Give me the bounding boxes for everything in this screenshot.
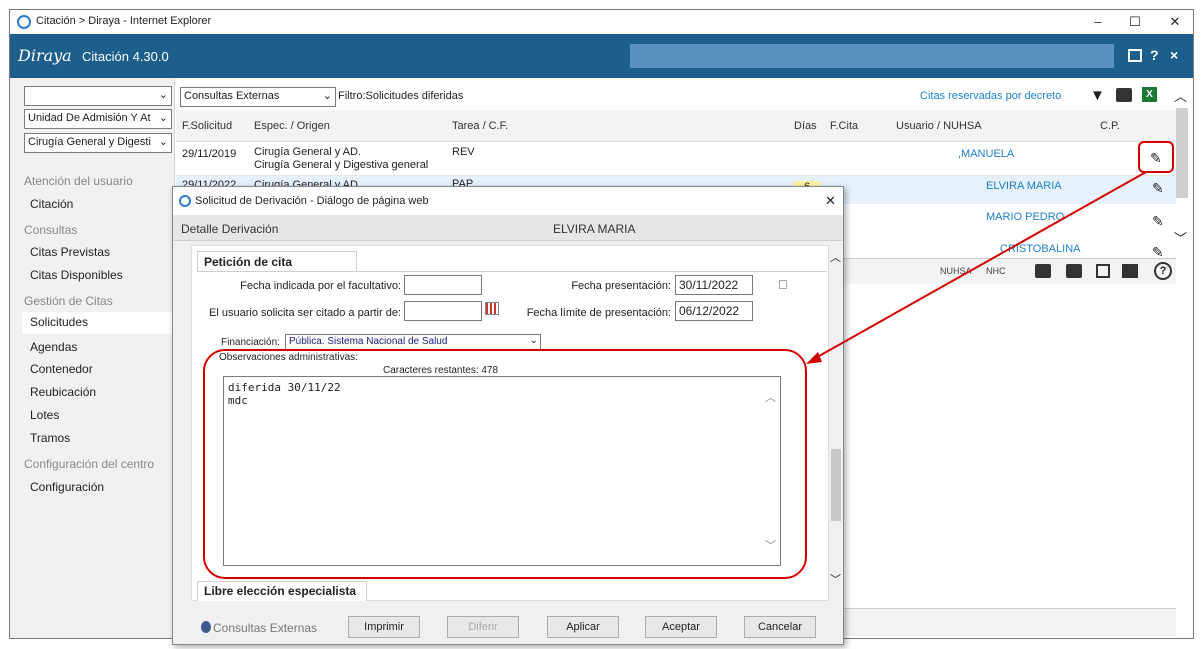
annotation-arrow-line (811, 171, 1147, 361)
annotation-arrow-head (806, 352, 822, 364)
annotation-arrow (806, 171, 1147, 364)
